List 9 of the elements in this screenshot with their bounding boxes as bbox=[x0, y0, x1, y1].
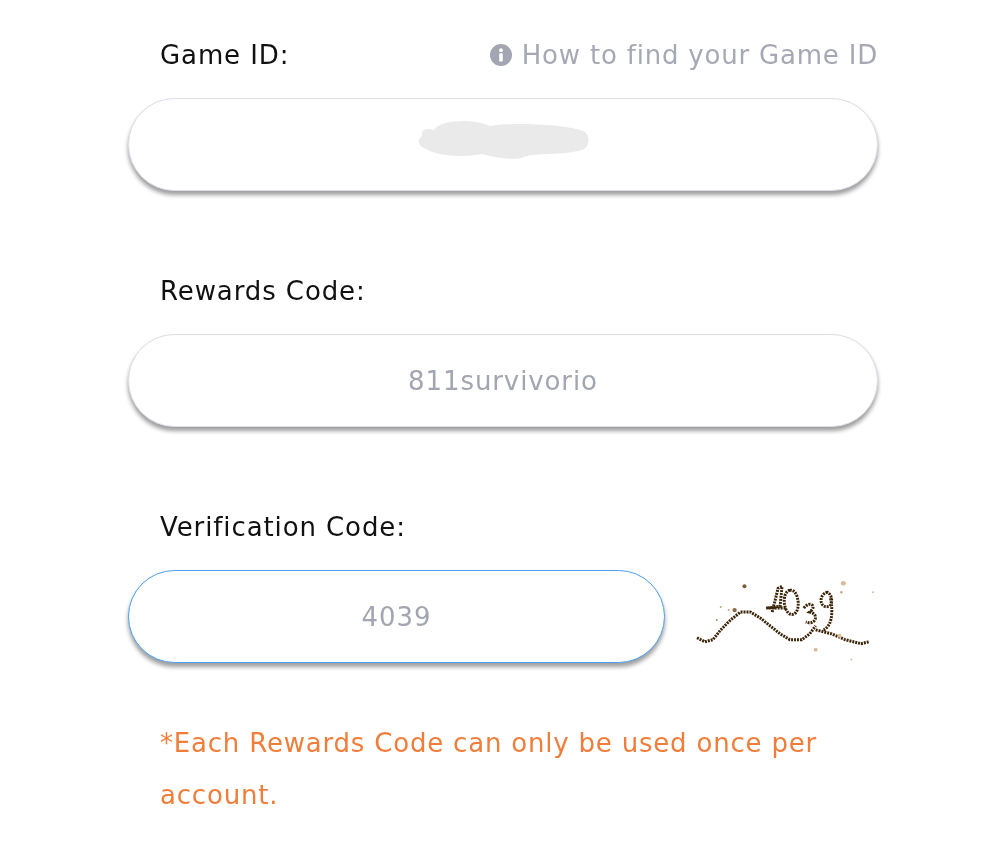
help-link[interactable]: How to find your Game ID bbox=[489, 40, 878, 70]
field-label: Game ID: bbox=[160, 40, 290, 70]
usage-note: *Each Rewards Code can only be used once per account. bbox=[159, 727, 818, 812]
field-label: Verification Code: bbox=[160, 512, 406, 542]
info-icon bbox=[489, 44, 512, 66]
field-label: Rewards Code: bbox=[160, 276, 366, 306]
rewards-code-field[interactable]: 811survivorio bbox=[128, 334, 878, 427]
game-id-field[interactable] bbox=[128, 98, 878, 191]
verification-code-field[interactable]: 4039 bbox=[128, 570, 665, 663]
